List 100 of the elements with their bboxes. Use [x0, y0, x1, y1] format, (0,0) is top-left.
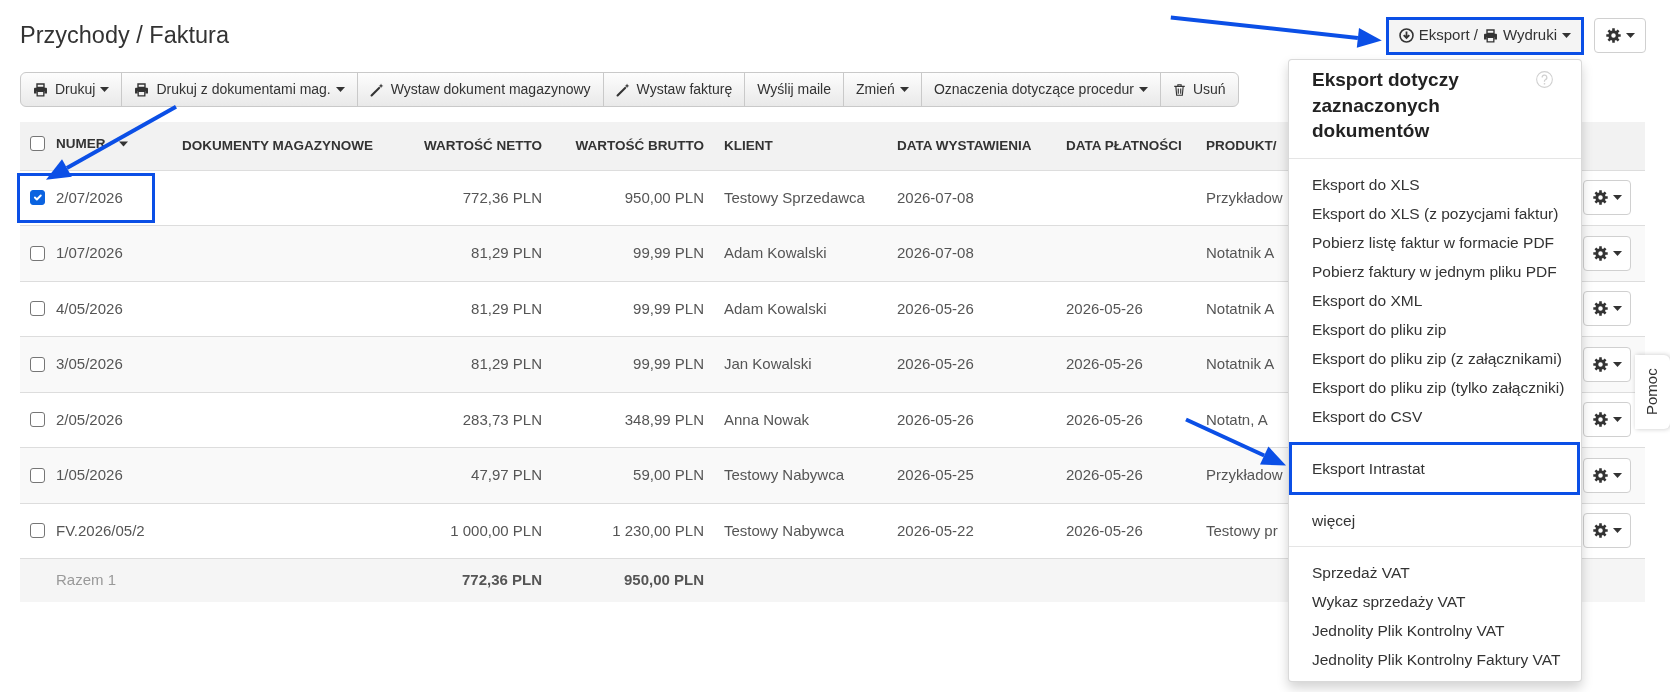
toolbar-button[interactable]: Zmień — [842, 72, 922, 107]
toolbar-button[interactable]: Drukuj z dokumentami mag. — [121, 72, 358, 107]
invoice-number: 2/07/2026 — [56, 187, 123, 208]
caret-icon — [1612, 195, 1622, 201]
menu-item[interactable]: Jednolity Plik Kontrolny VAT — [1289, 615, 1581, 645]
gear-icon — [1592, 467, 1608, 483]
help-tab[interactable]: Pomoc — [1635, 355, 1670, 429]
table-cell: 950,00 PLN — [552, 170, 714, 226]
row-settings-button[interactable] — [1583, 291, 1631, 327]
gear-icon — [1592, 412, 1608, 428]
gear-icon — [1592, 523, 1608, 539]
table-cell: 47,97 PLN — [405, 447, 552, 503]
export-button[interactable]: Eksport / Wydruki — [1388, 19, 1581, 52]
toolbar-button[interactable]: Usuń — [1159, 72, 1239, 107]
menu-item[interactable]: Wykaz sprzedaży VAT — [1289, 586, 1581, 616]
invoice-number: 1/05/2026 — [56, 465, 123, 485]
row-settings-button[interactable] — [1583, 457, 1631, 493]
gear-icon — [1592, 190, 1608, 206]
product-name: Notatnik A — [1206, 244, 1275, 261]
menu-item[interactable]: Jednolity Plik Kontrolny Faktury VAT — [1289, 644, 1581, 674]
help-icon — [1536, 71, 1553, 88]
toolbar-button[interactable]: Oznaczenia dotyczące procedur — [920, 72, 1161, 107]
gear-icon — [1592, 301, 1608, 317]
toolbar-button[interactable]: Wystaw dokument magazynowy — [356, 72, 604, 107]
menu-item[interactable]: Eksport do CSV — [1289, 401, 1581, 431]
menu-item[interactable]: Sprzedaż VAT — [1289, 557, 1581, 587]
product-name: Testowy pr — [1206, 521, 1278, 539]
row-checkbox[interactable] — [30, 467, 45, 483]
column-header: NUMER — [56, 134, 106, 153]
menu-item[interactable]: Eksport Intrastat — [1292, 453, 1435, 483]
gear-icon — [1592, 356, 1608, 372]
printer-icon — [33, 82, 48, 97]
magic-wand-icon — [615, 82, 630, 97]
caret-icon — [1625, 33, 1635, 38]
menu-item[interactable]: Eksport do pliku zip (z załącznikami) — [1289, 343, 1581, 373]
caret-icon — [1612, 528, 1622, 534]
caret-icon — [1612, 250, 1622, 256]
table-cell: 348,99 PLN — [552, 392, 714, 448]
toolbar-button[interactable]: Drukuj — [20, 72, 123, 107]
row-checkbox[interactable] — [30, 301, 45, 317]
table-cell: 99,99 PLN — [552, 281, 714, 337]
column-header: DATA WYSTAWIENIA — [897, 136, 1032, 155]
table-cell: 2026-05-26 — [1056, 447, 1196, 503]
menu-item[interactable]: Eksport do pliku zip (tylko załączniki) — [1289, 372, 1581, 402]
settings-button[interactable] — [1594, 18, 1646, 53]
table-cell: 81,29 PLN — [405, 281, 552, 337]
table-cell: 2026-05-25 — [887, 447, 1056, 503]
invoice-number: 4/05/2026 — [56, 298, 123, 319]
table-cell: 2026-05-26 — [1056, 392, 1196, 448]
menu-item[interactable]: Eksport do XLS — [1289, 169, 1581, 199]
table-cell: 2026-07-08 — [887, 225, 1056, 281]
select-all-checkbox[interactable] — [30, 136, 45, 152]
row-checkbox[interactable] — [30, 245, 45, 261]
row-settings-button[interactable] — [1583, 513, 1631, 549]
table-cell: 2026-05-26 — [887, 336, 1056, 392]
product-name: Przykładow — [1206, 466, 1283, 483]
product-name: Notatn, A — [1206, 410, 1268, 428]
row-settings-button[interactable] — [1583, 402, 1631, 438]
table-cell: 99,99 PLN — [552, 225, 714, 281]
menu-heading: Eksport dotyczy zaznaczonych dokumentów — [1312, 68, 1460, 143]
invoice-number: 3/05/2026 — [56, 354, 123, 374]
row-checkbox[interactable] — [30, 412, 45, 428]
table-cell: 2026-05-26 — [1056, 281, 1196, 337]
table-cell: 81,29 PLN — [405, 225, 552, 281]
table-cell: Jan Kowalski — [714, 336, 887, 392]
download-icon — [1398, 28, 1414, 43]
column-header: WARTOŚĆ NETTO — [424, 136, 542, 155]
caret-icon — [1612, 306, 1622, 312]
caret-icon — [1612, 417, 1622, 423]
invoice-number: 1/07/2026 — [56, 243, 123, 263]
toolbar-button[interactable]: Wystaw fakturę — [602, 72, 746, 107]
toolbar-button[interactable]: Wyślij maile — [744, 72, 844, 107]
caret-icon — [1562, 33, 1571, 38]
menu-item[interactable]: więcej — [1289, 505, 1581, 535]
row-settings-button[interactable] — [1583, 180, 1631, 216]
table-cell: Adam Kowalski — [714, 225, 887, 281]
table-cell: 59,00 PLN — [552, 447, 714, 503]
printer-icon — [134, 82, 150, 97]
table-cell: 2026-07-08 — [887, 170, 1056, 226]
row-checkbox[interactable] — [30, 356, 45, 372]
table-cell: Anna Nowak — [714, 392, 887, 448]
row-checkbox[interactable] — [30, 190, 45, 206]
table-cell: 2026-05-26 — [887, 281, 1056, 337]
row-checkbox[interactable] — [30, 523, 45, 539]
column-header: KLIENT — [724, 136, 773, 155]
menu-item[interactable]: Eksport do XLS (z pozycjami faktur) — [1289, 198, 1581, 228]
table-cell: 99,99 PLN — [552, 336, 714, 392]
menu-item[interactable]: Pobierz listę faktur w formacie PDF — [1289, 227, 1581, 257]
column-header: DOKUMENTY MAGAZYNOWE — [182, 136, 373, 155]
trash-icon — [1172, 82, 1186, 97]
table-cell: 950,00 PLN — [552, 558, 714, 602]
menu-item[interactable]: Eksport do XML — [1289, 285, 1581, 315]
row-settings-button[interactable] — [1583, 235, 1631, 271]
column-header: WARTOŚĆ BRUTTO — [575, 136, 704, 155]
column-header: PRODUKT/ — [1206, 136, 1277, 155]
menu-item[interactable]: Pobierz faktury w jednym pliku PDF — [1289, 256, 1581, 286]
row-settings-button[interactable] — [1583, 346, 1631, 382]
table-cell: 81,29 PLN — [405, 336, 552, 392]
menu-item[interactable]: Eksport do pliku zip — [1289, 314, 1581, 344]
totals-label: Razem 1 — [56, 571, 117, 588]
